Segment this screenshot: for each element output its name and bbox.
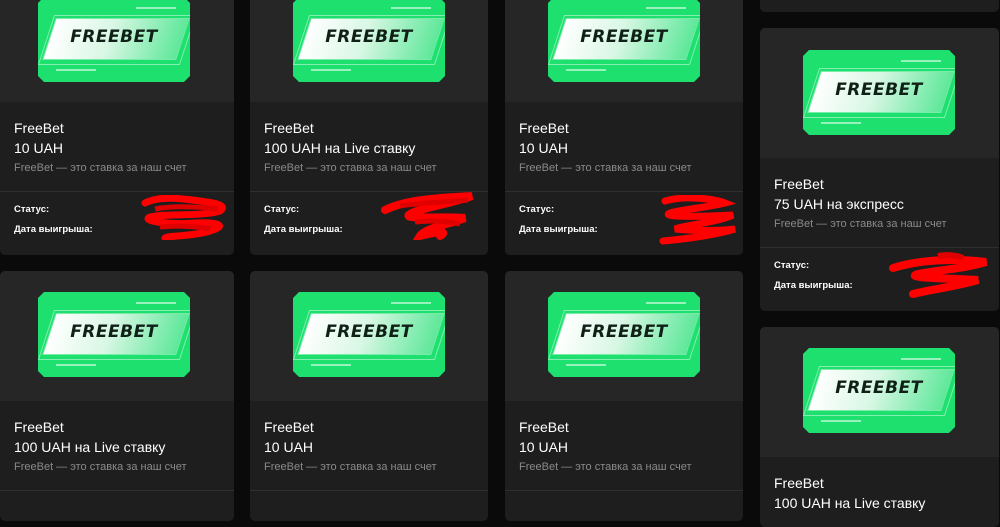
card-description: FreeBet — это ставка за наш счет [14,461,187,473]
redaction-scribble [381,192,474,240]
card-title: FreeBet [264,419,314,435]
card-image-area: FREEBET [505,271,743,401]
card-divider [0,191,234,192]
win-date-label: Дата выигрыша: [14,224,93,235]
card-amount: 75 UAH на экспресс [774,196,904,212]
card-title: FreeBet [519,120,569,136]
card-title: FreeBet [14,419,64,435]
freebet-ticket-image: FREEBET [293,0,445,82]
bonus-card[interactable]: FREEBET FreeBet 10 UAH FreeBet — это ста… [505,271,743,521]
status-label: Статус: [774,260,810,271]
card-image-area: FREEBET [0,0,234,102]
bonus-card[interactable]: FREEBET FreeBet 10 UAH FreeBet — это ста… [505,0,743,255]
ticket-text: FREEBET [70,322,158,342]
ticket-text: FREEBET [70,27,158,47]
freebet-ticket-image: FREEBET [38,292,190,377]
redaction-scribble [659,195,737,245]
bonus-card[interactable]: FREEBET FreeBet 100 UAH на Live ставку [760,327,999,527]
card-image-area: FREEBET [505,0,743,102]
card-title: FreeBet [519,419,569,435]
ticket-text: FREEBET [835,378,923,398]
freebet-ticket-image: FREEBET [38,0,190,82]
freebet-ticket-image: FREEBET [548,292,700,377]
card-image-area: FREEBET [250,271,488,401]
card-amount: 100 UAH на Live ставку [264,140,416,156]
status-label: Статус: [14,204,50,215]
status-label: Статус: [264,204,300,215]
card-description: FreeBet — это ставка за наш счет [264,461,437,473]
freebet-ticket-image: FREEBET [803,348,955,433]
card-title: FreeBet [774,176,824,192]
card-description: FreeBet — это ставка за наш счет [519,461,692,473]
card-description: FreeBet — это ставка за наш счет [519,162,692,174]
card-image-area: FREEBET [250,0,488,102]
card-image-area: FREEBET [760,28,999,158]
freebet-ticket-image: FREEBET [293,292,445,377]
freebet-ticket-image: FREEBET [548,0,700,82]
redaction-scribble [889,252,988,298]
bonus-card[interactable]: FREEBET FreeBet 100 UAH на Live ставку F… [0,271,234,521]
ticket-text: FREEBET [580,27,668,47]
bonus-card[interactable]: FREEBET FreeBet 10 UAH FreeBet — это ста… [0,0,234,255]
win-date-label: Дата выигрыша: [774,280,853,291]
ticket-text: FREEBET [835,80,923,100]
card-description: FreeBet — это ставка за наш счет [774,218,947,230]
status-label: Статус: [519,204,555,215]
card-title: FreeBet [774,475,824,491]
card-divider [760,247,999,248]
win-date-label: Дата выигрыша: [519,224,598,235]
card-title: FreeBet [14,120,64,136]
card-amount: 100 UAH на Live ставку [774,495,926,511]
bonus-card[interactable]: FREEBET FreeBet 75 UAH на экспресс FreeB… [760,28,999,311]
card-divider [250,490,488,491]
ticket-text: FREEBET [325,322,413,342]
card-amount: 100 UAH на Live ставку [14,439,166,455]
freebet-ticket-image: FREEBET [803,50,955,135]
bonus-card[interactable]: FREEBET FreeBet 10 UAH FreeBet — это ста… [250,271,488,521]
card-divider [505,490,743,491]
bonus-card[interactable]: FREEBET FreeBet 100 UAH на Live ставку F… [250,0,488,255]
card-image-area: FREEBET [760,327,999,457]
card-amount: 10 UAH [264,439,314,455]
card-description: FreeBet — это ставка за наш счет [14,162,187,174]
card-amount: 10 UAH [519,140,569,156]
redaction-scribble [141,195,226,240]
card-image-area: FREEBET [0,271,234,401]
bonus-card-partial[interactable] [760,0,999,12]
card-amount: 10 UAH [14,140,64,156]
card-title: FreeBet [264,120,314,136]
ticket-text: FREEBET [580,322,668,342]
card-amount: 10 UAH [519,439,569,455]
card-description: FreeBet — это ставка за наш счет [264,162,437,174]
card-divider [0,490,234,491]
win-date-label: Дата выигрыша: [264,224,343,235]
ticket-text: FREEBET [325,27,413,47]
card-divider [505,191,743,192]
